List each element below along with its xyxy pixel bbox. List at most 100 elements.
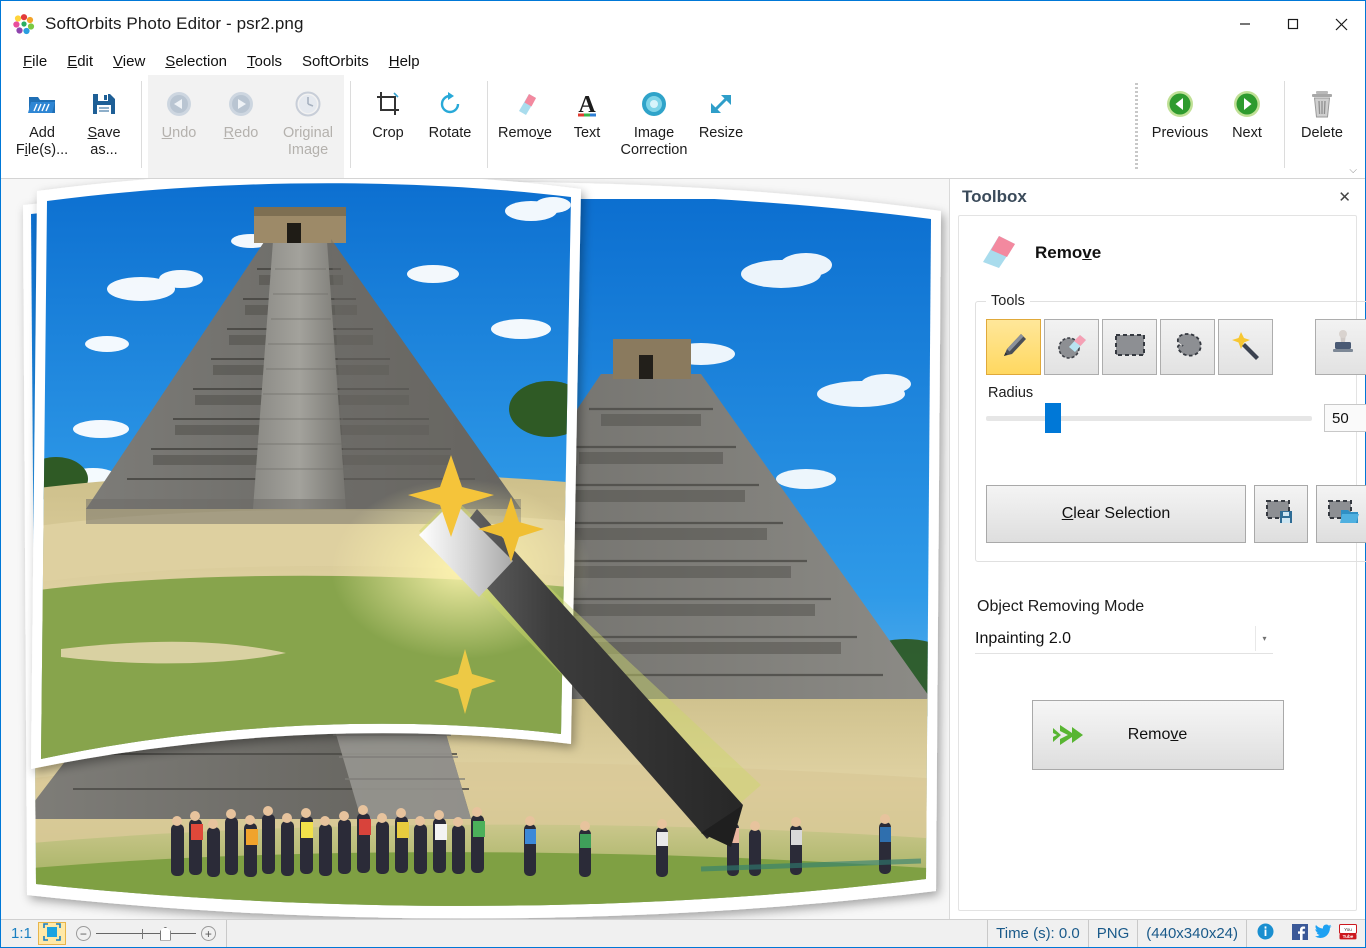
status-spacer (227, 920, 988, 947)
radius-slider[interactable] (986, 403, 1312, 433)
radius-value-field[interactable]: 50 (1324, 404, 1366, 432)
load-selection-button[interactable] (1316, 485, 1366, 543)
previous-green-arrow-icon (1165, 85, 1195, 123)
add-files-button[interactable]: AddFile(s)... (11, 75, 73, 178)
menu-item-help[interactable]: Help (381, 51, 428, 72)
format-status: PNG (1089, 920, 1139, 947)
menu-item-file[interactable]: File (15, 51, 55, 72)
minimize-button[interactable] (1221, 1, 1269, 47)
ribbon-separator-3 (487, 81, 488, 168)
ribbon-separator-2 (350, 81, 351, 168)
rotate-button[interactable]: Rotate (419, 75, 481, 178)
rotate-icon (436, 85, 464, 123)
delete-button[interactable]: Delete (1291, 75, 1353, 178)
minimize-icon (1238, 17, 1252, 31)
undo-button[interactable]: Undo (148, 75, 210, 178)
previous-button[interactable]: Previous (1144, 75, 1216, 178)
menu-item-tools[interactable]: Tools (239, 51, 290, 72)
menu-item-selection[interactable]: Selection (157, 51, 235, 72)
save-as-button[interactable]: Saveas... (73, 75, 135, 178)
original-image-button[interactable]: OriginalImage (272, 75, 344, 178)
facebook-icon[interactable] (1292, 924, 1308, 944)
zoom-slider-track[interactable] (96, 927, 196, 941)
image-correction-button[interactable]: ImageCorrection (618, 75, 690, 178)
zoom-out-button[interactable]: − (76, 926, 91, 941)
tools-group-legend: Tools (986, 293, 1030, 309)
maximize-icon (1286, 17, 1300, 31)
clear-selection-button[interactable]: Clear Selection (986, 485, 1246, 543)
selection-actions-row: Clear Selection (986, 485, 1366, 543)
close-button[interactable] (1317, 1, 1365, 47)
remove-action-button[interactable]: Remove (1032, 700, 1284, 770)
social-links: You Tube (1284, 920, 1365, 947)
zoom-slider-tick (142, 929, 143, 939)
redo-button[interactable]: Redo (210, 75, 272, 178)
resize-arrow-icon (707, 85, 735, 123)
crop-button[interactable]: Crop (357, 75, 419, 178)
window-controls (1221, 1, 1365, 47)
image-canvas[interactable] (1, 179, 949, 919)
menu-item-softorbits[interactable]: SoftOrbits (294, 51, 377, 72)
magic-wand-icon (1230, 329, 1262, 366)
remove-ribbon-button[interactable]: Remove (494, 75, 556, 178)
menu-item-edit[interactable]: Edit (59, 51, 101, 72)
menu-bar: File Edit View Selection Tools SoftOrbit… (1, 47, 1365, 75)
radius-slider-track (986, 416, 1312, 421)
stamp-icon (1328, 329, 1358, 366)
toolbox-close-icon[interactable]: ✕ (1334, 188, 1355, 206)
zoom-slider-control[interactable]: − + (66, 920, 227, 947)
undo-arrow-icon (164, 85, 194, 123)
tool-lasso-button[interactable] (1160, 319, 1215, 375)
ribbon-expand-icon[interactable]: ⌵ (1349, 165, 1357, 176)
next-label: Next (1232, 125, 1262, 142)
ribbon-separator-4 (1135, 83, 1138, 170)
zoom-in-button[interactable]: + (201, 926, 216, 941)
previous-label: Previous (1152, 125, 1208, 142)
tool-eraser-button[interactable] (1044, 319, 1099, 375)
tool-pencil-button[interactable] (986, 319, 1041, 375)
title-bar: SoftOrbits Photo Editor - psr2.png (1, 1, 1365, 47)
tool-magic-wand-button[interactable] (1218, 319, 1273, 375)
ribbon-separator-1 (141, 81, 142, 168)
rectangle-marquee-icon (1113, 332, 1147, 363)
object-removing-mode-select[interactable]: Inpainting 2.0 ▾ (975, 624, 1273, 654)
rotate-label: Rotate (429, 125, 472, 142)
save-selection-button[interactable] (1254, 485, 1308, 543)
fit-to-window-icon (43, 923, 61, 945)
next-button[interactable]: Next (1216, 75, 1278, 178)
original-image-label: OriginalImage (283, 125, 333, 159)
radius-slider-thumb[interactable] (1045, 403, 1061, 433)
main-body: Toolbox ✕ Remove Tools (1, 179, 1365, 919)
color-correction-icon (639, 85, 669, 123)
chevron-down-icon[interactable]: ▾ (1255, 626, 1273, 651)
undo-label: Undo (162, 125, 197, 142)
ribbon-group-history: Undo Redo (148, 75, 344, 178)
tool-stamp-button[interactable] (1315, 319, 1366, 375)
toolbox-mode-header: Remove (975, 230, 1340, 275)
twitter-icon[interactable] (1315, 924, 1332, 943)
image-correction-label: ImageCorrection (621, 125, 688, 159)
save-as-label: Saveas... (87, 125, 120, 159)
zoom-slider-thumb[interactable] (160, 927, 171, 941)
tool-button-row (986, 319, 1366, 375)
fit-to-window-button[interactable] (38, 922, 66, 945)
crop-icon (374, 85, 402, 123)
close-icon (1334, 17, 1349, 32)
delete-label: Delete (1301, 125, 1343, 142)
text-button[interactable]: A Text (556, 75, 618, 178)
tool-rectangle-select-button[interactable] (1102, 319, 1157, 375)
resize-button[interactable]: Resize (690, 75, 752, 178)
menu-item-view[interactable]: View (105, 51, 153, 72)
resize-label: Resize (699, 125, 743, 142)
info-button[interactable] (1247, 920, 1284, 947)
ribbon-group-features: Remove A Text (494, 75, 752, 178)
title-bar-left: SoftOrbits Photo Editor - psr2.png (1, 13, 304, 35)
eraser-icon (975, 230, 1019, 275)
ribbon-group-edit: Crop Rotate (357, 75, 481, 178)
youtube-icon[interactable]: You Tube (1339, 924, 1357, 944)
crop-label: Crop (372, 125, 403, 142)
object-removing-mode-label: Object Removing Mode (977, 598, 1340, 616)
maximize-button[interactable] (1269, 1, 1317, 47)
svg-text:Tube: Tube (1343, 934, 1354, 939)
window-title: SoftOrbits Photo Editor - psr2.png (45, 14, 304, 34)
